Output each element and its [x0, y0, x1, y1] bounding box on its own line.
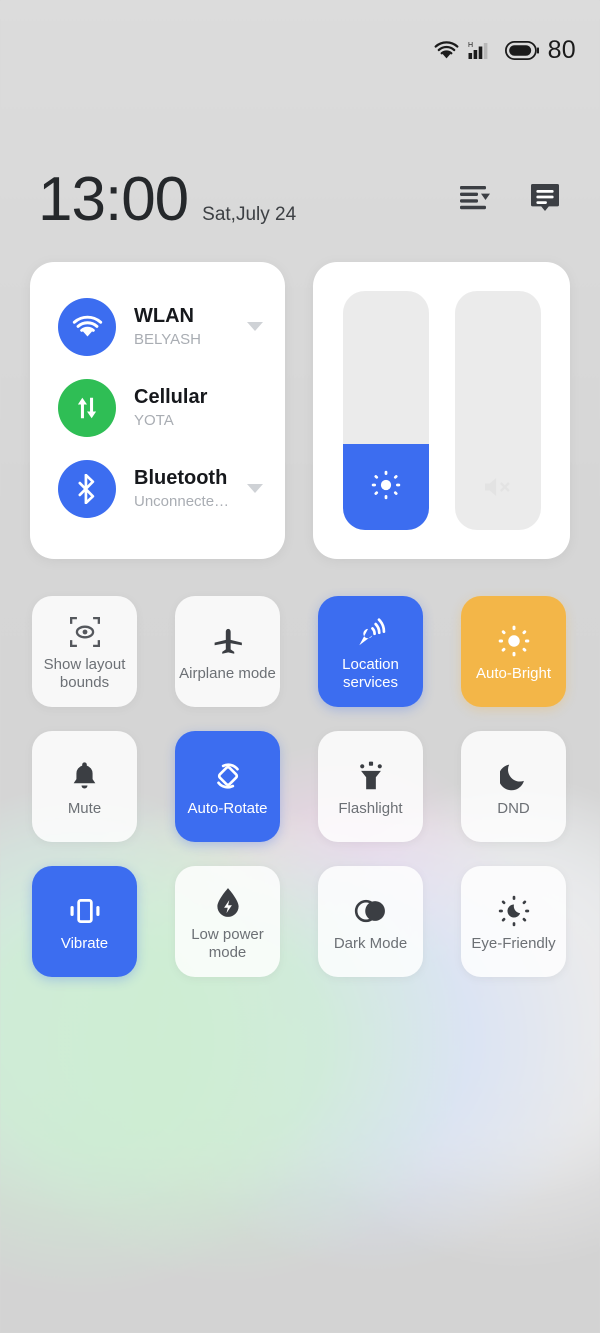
vibrate-icon: [68, 891, 102, 931]
chevron-down-icon[interactable]: [247, 480, 263, 498]
auto-brightness-icon: [498, 621, 530, 661]
tile-eye-friendly[interactable]: Eye-Friendly: [461, 866, 566, 977]
connectivity-row-wlan[interactable]: WLAN BELYASH: [30, 286, 285, 367]
sliders-card: [313, 262, 570, 559]
connectivity-row-bluetooth[interactable]: Bluetooth Unconnecte…: [30, 448, 285, 529]
panel-header: 13:00 Sat,July 24: [0, 160, 600, 240]
tile-location-services[interactable]: Location services: [318, 596, 423, 707]
tile-vibrate[interactable]: Vibrate: [32, 866, 137, 977]
tile-label: Flashlight: [338, 799, 403, 817]
cellular-status: YOTA: [134, 411, 174, 429]
tile-mute[interactable]: Mute: [32, 731, 137, 842]
bluetooth-label: Bluetooth: [134, 466, 228, 489]
tile-show-layout-bounds[interactable]: Show layout bounds: [32, 596, 137, 707]
bell-icon: [71, 756, 98, 796]
brightness-icon: [343, 470, 429, 500]
tile-label: Vibrate: [60, 934, 109, 952]
low-power-icon: [215, 882, 241, 922]
battery-icon: [504, 40, 539, 60]
volume-mute-icon: [455, 474, 541, 500]
volume-slider[interactable]: [454, 291, 541, 530]
tile-label: Auto-Rotate: [187, 799, 268, 817]
tile-grid: Show layout bounds Airplane mode Locatio…: [32, 596, 568, 1001]
airplane-icon: [212, 621, 244, 661]
battery-level-label: 80: [547, 35, 576, 64]
auto-rotate-icon: [211, 756, 245, 796]
tile-dnd[interactable]: DND: [461, 731, 566, 842]
tile-label: Low power mode: [191, 925, 264, 961]
connectivity-row-cellular[interactable]: Cellular YOTA: [30, 367, 285, 448]
quick-settings-panel: H 80 13:00 Sat,July 24 WLAN BELYASH Cell…: [0, 0, 600, 1333]
eye-friendly-icon: [498, 891, 530, 931]
cards-row: WLAN BELYASH Cellular YOTA Bluetooth Unc…: [30, 262, 570, 559]
wlan-toggle-icon[interactable]: [58, 297, 116, 356]
tile-airplane-mode[interactable]: Airplane mode: [175, 596, 280, 707]
cellular-toggle-icon[interactable]: [58, 378, 116, 437]
dark-mode-icon: [354, 891, 388, 931]
wifi-icon: [434, 40, 459, 60]
tile-label: Auto-Bright: [475, 664, 552, 682]
network-type-label: H: [468, 42, 473, 49]
clock-date: Sat,July 24: [202, 204, 297, 225]
tile-row: Show layout bounds Airplane mode Locatio…: [32, 596, 568, 707]
tile-label: Mute: [67, 799, 102, 817]
header-actions: [460, 183, 600, 217]
tile-auto-rotate[interactable]: Auto-Rotate: [175, 731, 280, 842]
message-icon[interactable]: [530, 183, 560, 217]
tile-label: Location services: [342, 655, 399, 691]
tile-label: DND: [497, 799, 530, 817]
layout-bounds-icon: [69, 612, 100, 652]
status-bar: H 80: [0, 0, 600, 100]
tile-dark-mode[interactable]: Dark Mode: [318, 866, 423, 977]
tile-label: Eye-Friendly: [471, 934, 556, 952]
tile-auto-bright[interactable]: Auto-Bright: [461, 596, 566, 707]
tile-flashlight[interactable]: Flashlight: [318, 731, 423, 842]
brightness-slider[interactable]: [342, 291, 429, 530]
bluetooth-toggle-icon[interactable]: [58, 459, 116, 518]
clock-time: 13:00: [38, 165, 189, 234]
moon-icon: [499, 756, 528, 796]
wlan-label: WLAN: [134, 304, 194, 327]
sort-list-icon[interactable]: [460, 185, 492, 216]
tile-label: Airplane mode: [179, 664, 276, 682]
location-icon: [355, 612, 387, 652]
tile-label: Show layout bounds: [43, 655, 126, 691]
connectivity-card: WLAN BELYASH Cellular YOTA Bluetooth Unc…: [30, 262, 285, 559]
wlan-status: BELYASH: [134, 330, 201, 348]
tile-row: Vibrate Low power mode Dark Mode Eye-Fri…: [32, 866, 568, 977]
tile-label: Dark Mode: [333, 934, 408, 952]
flashlight-icon: [357, 756, 385, 796]
chevron-down-icon[interactable]: [247, 318, 263, 336]
tile-row: Mute Auto-Rotate Flashlight DND: [32, 731, 568, 842]
cellular-label: Cellular: [134, 385, 208, 408]
tile-low-power-mode[interactable]: Low power mode: [175, 866, 280, 977]
cellular-signal-icon: H: [468, 40, 496, 61]
bluetooth-status: Unconnecte…: [134, 492, 230, 510]
clock-block[interactable]: 13:00 Sat,July 24: [0, 169, 296, 231]
